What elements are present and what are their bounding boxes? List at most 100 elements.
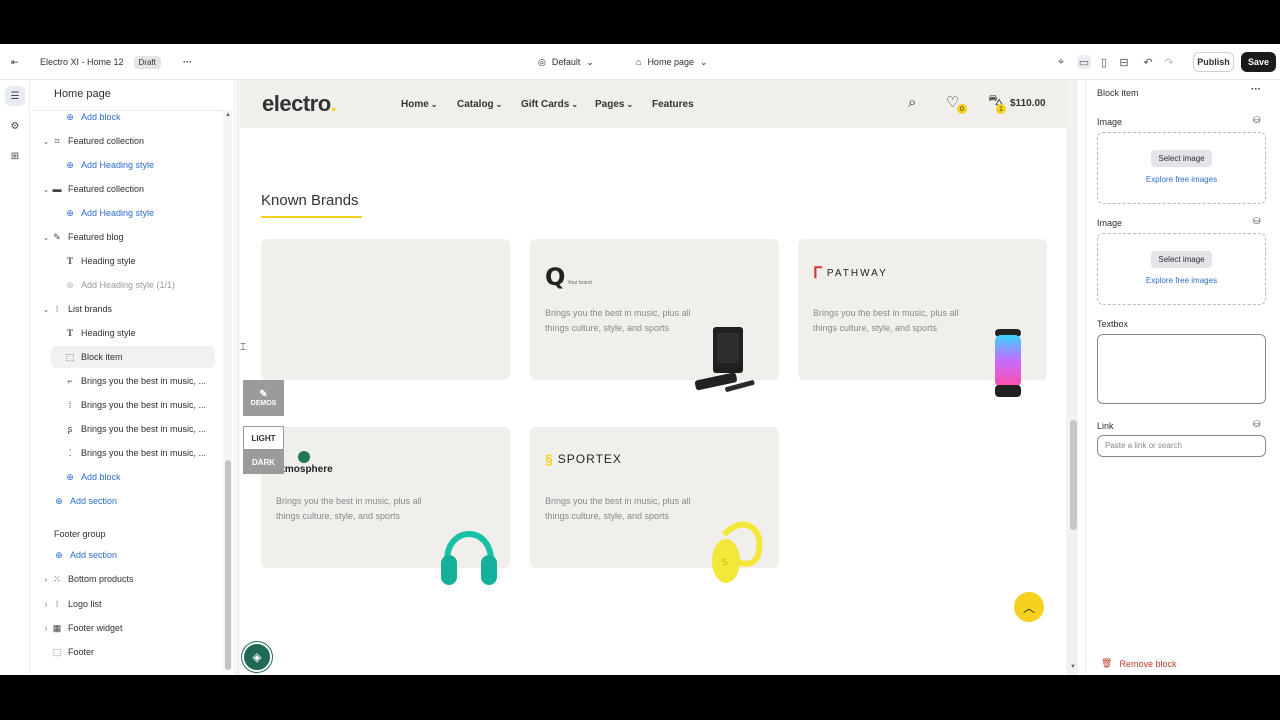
chevron-up-icon: ︿ [1022, 600, 1035, 615]
search-icon[interactable]: ⌕ [908, 94, 916, 111]
tree-block-block-item[interactable]: ⬚ Block item [51, 346, 215, 368]
brand-tagline: Your brand [567, 280, 592, 286]
tree-block-brand-item[interactable]: ⁚ Brings you the best in music, ... [31, 442, 221, 464]
textbox-input[interactable] [1097, 334, 1266, 404]
more-actions-button[interactable]: ··· [183, 44, 192, 80]
nav-pages[interactable]: Pages ⌄ [595, 80, 633, 128]
link-label: Link [1097, 421, 1114, 431]
theme-select[interactable]: ◎ Default ⌄ [538, 44, 594, 80]
storefront-page: electro. Home ⌄ Catalog ⌄ Gift Cards ⌄ Page… [240, 80, 1066, 675]
chevron-right-icon[interactable]: › [41, 600, 51, 609]
plus-circle-icon: ⊕ [55, 549, 63, 560]
nav-catalog[interactable]: Catalog ⌄ [457, 80, 502, 128]
preview-scrollbar[interactable] [1068, 80, 1078, 675]
brand-card-sportex[interactable]: § SPORTEX Brings you the best in music, … [530, 427, 779, 583]
brand-card-pathway[interactable]: ᒥ PATHWAY Brings you the best in music, … [798, 239, 1047, 397]
chevron-down-icon: ⌄ [571, 99, 579, 109]
link-input[interactable]: Paste a link or search [1097, 435, 1266, 457]
apps-icon[interactable]: ⊞ [5, 146, 25, 166]
page-select[interactable]: ⌂ Home page ⌄ [636, 44, 708, 80]
image-label: Image [1097, 218, 1123, 228]
section-icon: ⌗ [54, 135, 60, 146]
dynamic-source-icon[interactable]: ⛁ [1253, 115, 1261, 126]
tree-section-logo-list[interactable]: › ⁝ Logo list [31, 593, 221, 615]
chevron-down-icon[interactable]: ⌄ [41, 233, 51, 242]
chevron-down-icon: ⌄ [626, 99, 634, 109]
light-mode-button[interactable]: LIGHT [243, 426, 284, 450]
add-block-link[interactable]: ⊕ Add block [31, 106, 221, 128]
add-heading-style-link[interactable]: ⊕ Add Heading style [31, 202, 221, 224]
add-heading-style-link[interactable]: ⊕ Add Heading style [31, 154, 221, 176]
chevron-right-icon[interactable]: › [41, 624, 51, 633]
logo-dot: . [330, 91, 337, 116]
fullscreen-view-icon[interactable]: ⊟ [1117, 55, 1131, 69]
save-button[interactable]: Save [1241, 52, 1276, 72]
cart-total[interactable]: $110.00 [1010, 98, 1046, 109]
tree-block-heading-style[interactable]: T Heading style [31, 250, 221, 272]
sections-icon[interactable]: ☰ [5, 86, 25, 106]
nav-gift-cards[interactable]: Gift Cards ⌄ [521, 80, 578, 128]
dynamic-source-icon[interactable]: ⛁ [1253, 419, 1261, 430]
explore-free-images-link[interactable]: Explore free images [1098, 276, 1265, 285]
add-section-link[interactable]: ⊕ Add section [31, 490, 221, 512]
image-picker: Select image Explore free images [1097, 132, 1266, 204]
chat-icon: ◈ [252, 650, 262, 664]
brand-name: Q [545, 263, 566, 291]
preview-scroll-thumb[interactable] [1070, 420, 1077, 530]
nav-features[interactable]: Features [652, 80, 694, 128]
more-options-icon[interactable]: ··· [1251, 84, 1261, 95]
settings-scrollbar[interactable] [1273, 80, 1280, 675]
theme-select-label: Default [551, 57, 581, 67]
brand-name: SPORTEX [557, 452, 622, 466]
brand-card-empty[interactable] [261, 239, 510, 380]
svg-text:S: S [722, 558, 728, 568]
tree-section-list-brands[interactable]: ⌄ ⁝ List brands [31, 298, 221, 320]
panel-scroll-thumb[interactable] [225, 460, 231, 670]
scroll-up-arrow-icon[interactable]: ▲ [225, 112, 231, 118]
chat-widget-button[interactable]: ◈ [242, 642, 272, 672]
select-image-button[interactable]: Select image [1151, 150, 1212, 167]
scroll-down-arrow-icon[interactable]: ▼ [1070, 664, 1076, 670]
brand-card-q[interactable]: Q Your brand Brings you the best in musi… [530, 239, 779, 392]
dark-mode-button[interactable]: DARK [243, 450, 284, 474]
inspector-icon[interactable]: ⌖ [1054, 55, 1068, 69]
nav-label: Home [401, 98, 429, 110]
tree-section-featured-collection[interactable]: ⌄ ⌗ Featured collection [31, 130, 221, 152]
redo-icon[interactable]: ↷ [1162, 55, 1176, 69]
tree-block-heading-style[interactable]: T Heading style [31, 322, 221, 344]
nav-home[interactable]: Home ⌄ [401, 80, 438, 128]
block-settings-panel: Block item ··· Image ⛁ Select image Expl… [1085, 80, 1280, 675]
tree-section-footer-widget[interactable]: › ▦ Footer widget [31, 617, 221, 639]
chevron-down-icon[interactable]: ⌄ [41, 185, 51, 194]
speaker-product-image [995, 329, 1021, 397]
remove-block-label: Remove block [1119, 658, 1177, 669]
site-logo[interactable]: electro. [262, 91, 337, 117]
tree-section-bottom-products[interactable]: › ⁙ Bottom products [31, 568, 221, 590]
undo-icon[interactable]: ↶ [1141, 55, 1155, 69]
add-section-link[interactable]: ⊕ Add section [31, 544, 221, 566]
chevron-down-icon[interactable]: ⌄ [41, 137, 51, 146]
demos-tab[interactable]: ✎ DEMOS [243, 380, 284, 416]
add-block-link[interactable]: ⊕ Add block [31, 466, 221, 488]
tree-section-featured-collection[interactable]: ⌄ ▬ Featured collection [31, 178, 221, 200]
exit-icon[interactable]: ⇤ [11, 44, 19, 80]
tree-block-brand-item[interactable]: ⁞ Brings you the best in music, ... [31, 394, 221, 416]
explore-free-images-link[interactable]: Explore free images [1098, 175, 1265, 184]
dynamic-source-icon[interactable]: ⛁ [1253, 216, 1261, 227]
brand-card-atmosphere[interactable]: atmosphere Brings you the best in music,… [261, 427, 510, 585]
tree-section-featured-blog[interactable]: ⌄ ✎ Featured blog [31, 226, 221, 248]
tree-section-footer[interactable]: ⬚ Footer [31, 641, 221, 663]
publish-button[interactable]: Publish [1193, 52, 1234, 72]
pathway-logo-mark: ᒥ [813, 265, 822, 282]
tree-label: Add Heading style [81, 208, 155, 218]
desktop-view-icon[interactable]: ▭ [1077, 55, 1091, 69]
settings-icon[interactable]: ⚙ [5, 116, 25, 136]
remove-block-button[interactable]: 🗑 Remove block [1101, 658, 1176, 669]
mobile-view-icon[interactable]: ▯ [1097, 55, 1111, 69]
select-image-button[interactable]: Select image [1151, 251, 1212, 268]
tree-block-brand-item[interactable]: ⌐ Brings you the best in music, ... [31, 370, 221, 392]
back-to-top-button[interactable]: ︿ [1014, 592, 1044, 622]
chevron-right-icon[interactable]: › [41, 575, 51, 584]
chevron-down-icon[interactable]: ⌄ [41, 305, 51, 314]
tree-block-brand-item[interactable]: ʂ Brings you the best in music, ... [31, 418, 221, 440]
